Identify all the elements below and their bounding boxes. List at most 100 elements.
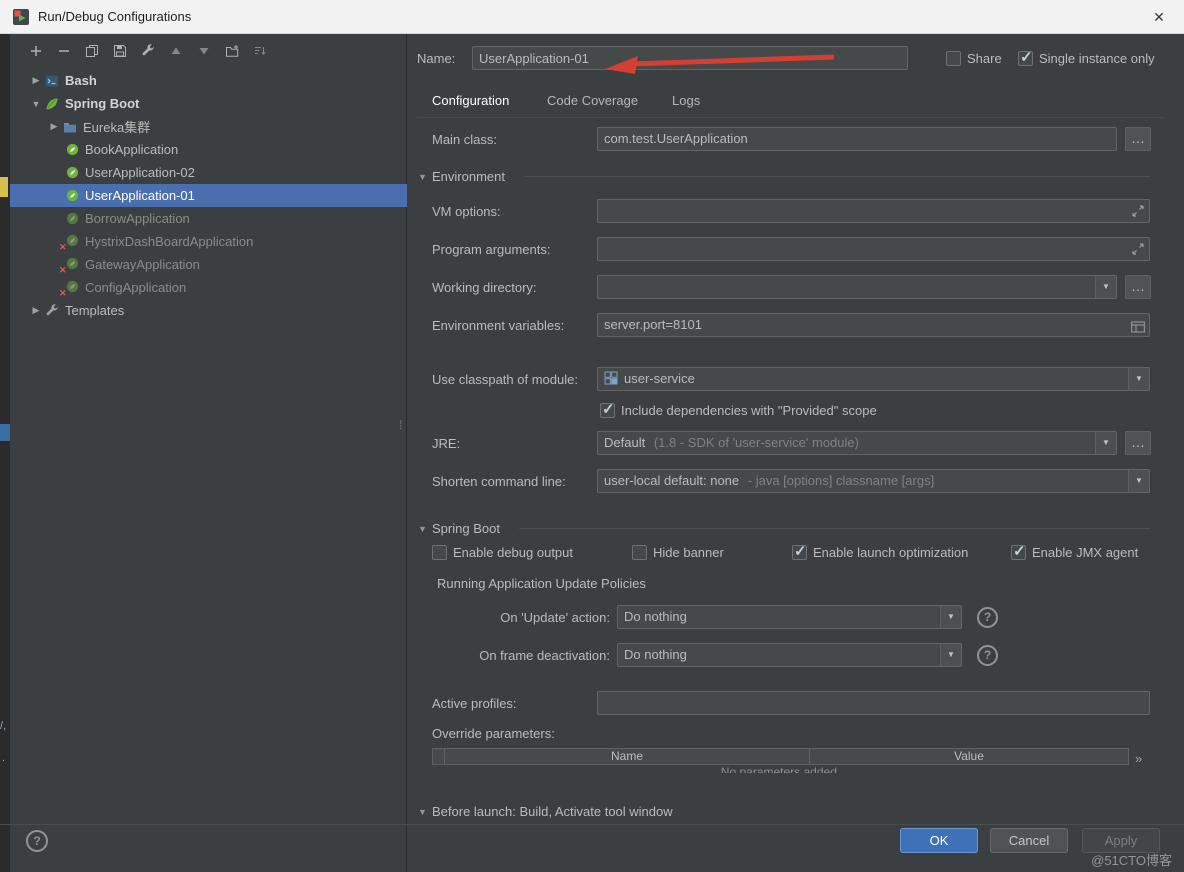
chevron-down-icon[interactable]: ▼ [1128, 368, 1149, 390]
create-folder-button[interactable] [223, 44, 241, 62]
chevron-down-icon[interactable]: ▼ [940, 606, 961, 628]
tab-logs[interactable]: Logs [672, 92, 700, 109]
app-icon [12, 8, 30, 31]
tree-item-templates[interactable]: ▶ Templates [10, 299, 407, 322]
active-profiles-input[interactable] [597, 691, 1150, 715]
tree-item-configapplication[interactable]: ✕ ConfigApplication [10, 276, 407, 299]
add-configuration-button[interactable] [27, 44, 45, 62]
shorten-command-line-combo[interactable]: user-local default: none - java [options… [597, 469, 1150, 493]
twisty-collapsed-icon[interactable]: ▶ [28, 75, 44, 86]
spring-boot-run-invalid-icon: ✕ [64, 257, 80, 273]
background-text-fragment: . [2, 752, 5, 764]
hide-banner-checkbox[interactable] [632, 545, 647, 560]
override-parameters-table[interactable]: Name Value No parameters added. [432, 748, 1129, 773]
spring-boot-run-invalid-icon: ✕ [64, 234, 80, 250]
tree-item-hystrixdashboardapplication[interactable]: ✕ HystrixDashBoardApplication [10, 230, 407, 253]
tree-item-userapplication-02[interactable]: UserApplication-02 [10, 161, 407, 184]
vm-options-input[interactable] [597, 199, 1150, 223]
sort-icon [253, 44, 267, 63]
table-header: Name Value [432, 748, 1129, 765]
copy-configuration-button[interactable] [83, 44, 101, 62]
close-icon[interactable]: ✕ [1148, 7, 1170, 27]
on-frame-deactivation-combo[interactable]: Do nothing ▼ [617, 643, 962, 667]
run-debug-configurations-dialog: /, . Run/Debug Configurations ✕ ▶ Bash ▼… [0, 0, 1184, 872]
help-icon[interactable]: ? [977, 645, 998, 666]
ok-button[interactable]: OK [900, 828, 978, 853]
move-down-button[interactable] [195, 44, 213, 62]
tree-item-label: UserApplication-02 [85, 165, 195, 180]
tree-item-borrowapplication[interactable]: BorrowApplication [10, 207, 407, 230]
browse-working-directory-button[interactable]: … [1125, 275, 1151, 299]
provided-scope-label: Include dependencies with "Provided" sco… [621, 402, 877, 419]
classpath-module-label: Use classpath of module: [432, 371, 578, 388]
chevron-down-icon[interactable]: ▼ [1128, 470, 1149, 492]
browse-main-class-button[interactable]: … [1125, 127, 1151, 151]
before-launch-twisty-icon[interactable]: ▼ [418, 806, 427, 818]
chevron-down-icon[interactable]: ▼ [940, 644, 961, 666]
expand-field-icon[interactable] [1131, 242, 1145, 256]
table-header-value[interactable]: Value [810, 749, 1128, 764]
expand-field-icon[interactable] [1131, 204, 1145, 218]
enable-launch-optimization-checkbox[interactable] [792, 545, 807, 560]
vm-options-label: VM options: [432, 203, 501, 220]
help-icon[interactable]: ? [977, 607, 998, 628]
tree-item-eureka-cluster[interactable]: ▶ Eureka集群 [10, 115, 407, 138]
hide-banner-label: Hide banner [653, 544, 724, 561]
single-instance-checkbox[interactable] [1018, 51, 1033, 66]
plus-icon [29, 44, 43, 63]
on-update-action-combo[interactable]: Do nothing ▼ [617, 605, 962, 629]
classpath-module-combo[interactable]: user-service ▼ [597, 367, 1150, 391]
enable-debug-output-checkbox[interactable] [432, 545, 447, 560]
save-configuration-button[interactable] [111, 44, 129, 62]
twisty-collapsed-icon[interactable]: ▶ [46, 121, 62, 132]
tree-item-bookapplication[interactable]: BookApplication [10, 138, 407, 161]
move-up-button[interactable] [167, 44, 185, 62]
twisty-collapsed-icon[interactable]: ▶ [28, 305, 44, 316]
shorten-command-line-label: Shorten command line: [432, 473, 566, 490]
invalid-badge-icon: ✕ [59, 288, 67, 299]
spring-boot-section-title[interactable]: Spring Boot [432, 520, 500, 537]
tab-configuration[interactable]: Configuration [432, 92, 509, 109]
tab-code-coverage[interactable]: Code Coverage [547, 92, 638, 109]
edit-templates-button[interactable] [139, 44, 157, 62]
environment-section-title[interactable]: Environment [432, 168, 505, 185]
chevron-down-icon[interactable]: ▼ [1095, 432, 1116, 454]
bash-icon [44, 73, 60, 89]
tree-item-label: GatewayApplication [85, 257, 200, 272]
working-directory-label: Working directory: [432, 279, 537, 296]
update-policies-title: Running Application Update Policies [437, 575, 646, 592]
tree-item-userapplication-01[interactable]: UserApplication-01 [10, 184, 407, 207]
tree-item-bash[interactable]: ▶ Bash [10, 69, 407, 92]
folder-icon [62, 119, 78, 135]
tree-item-label: Bash [65, 73, 97, 88]
enable-jmx-agent-checkbox[interactable] [1011, 545, 1026, 560]
remove-configuration-button[interactable] [55, 44, 73, 62]
tree-item-label: Eureka集群 [83, 117, 150, 136]
chevron-down-icon[interactable]: ▼ [1095, 276, 1116, 298]
spring-boot-section-twisty-icon[interactable]: ▼ [418, 523, 427, 535]
jre-combo[interactable]: Default (1.8 - SDK of 'user-service' mod… [597, 431, 1117, 455]
twisty-expanded-icon[interactable]: ▼ [28, 99, 44, 109]
environment-section-rule [524, 176, 1150, 177]
more-actions-icon[interactable]: » [1135, 750, 1142, 767]
splitter-handle[interactable]: ⁞ [399, 418, 401, 432]
cancel-button[interactable]: Cancel [990, 828, 1068, 853]
share-checkbox[interactable] [946, 51, 961, 66]
browse-jre-button[interactable]: … [1125, 431, 1151, 455]
table-header-name[interactable]: Name [445, 749, 810, 764]
environment-variables-field[interactable]: server.port=8101 [597, 313, 1150, 337]
tree-item-spring-boot[interactable]: ▼ Spring Boot [10, 92, 407, 115]
sort-configurations-button[interactable] [251, 44, 269, 62]
working-directory-combo[interactable]: ▼ [597, 275, 1117, 299]
browse-variables-icon[interactable] [1131, 318, 1145, 332]
jre-value: Default [604, 435, 645, 450]
tree-item-gatewayapplication[interactable]: ✕ GatewayApplication [10, 253, 407, 276]
provided-scope-checkbox[interactable] [600, 403, 615, 418]
help-button[interactable]: ? [26, 830, 48, 852]
name-input[interactable] [472, 46, 908, 70]
environment-section-twisty-icon[interactable]: ▼ [418, 171, 427, 183]
program-arguments-input[interactable] [597, 237, 1150, 261]
main-class-field[interactable]: com.test.UserApplication [597, 127, 1117, 151]
before-launch-title[interactable]: Before launch: Build, Activate tool wind… [432, 803, 673, 820]
jre-label: JRE: [432, 435, 460, 452]
